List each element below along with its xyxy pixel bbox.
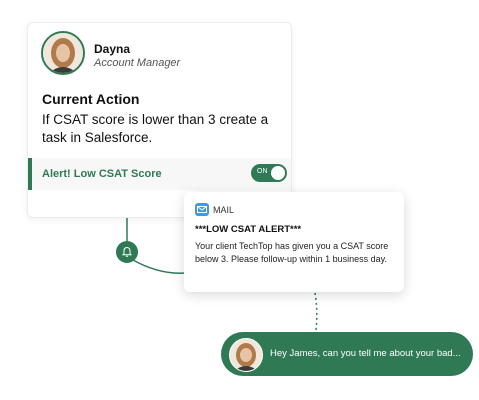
chat-avatar (229, 338, 263, 372)
mail-label: MAIL (213, 205, 235, 215)
toggle-text: ON (257, 168, 268, 175)
mail-body: Your client TechTop has given you a CSAT… (195, 241, 389, 264)
avatar (41, 31, 85, 75)
workflow-card: Dayna Account Manager Current Action If … (27, 22, 292, 218)
profile-role: Account Manager (94, 57, 181, 69)
mail-notification: MAIL ***LOW CSAT ALERT*** Your client Te… (184, 192, 404, 292)
current-action-title: Current Action (42, 91, 140, 107)
mail-icon (195, 203, 209, 216)
bell-icon (116, 241, 138, 263)
chat-message[interactable]: Hey James, can you tell me about your ba… (221, 332, 473, 376)
profile-name: Dayna (94, 42, 131, 56)
alert-label: Alert! Low CSAT Score (42, 168, 162, 180)
alert-row: Alert! Low CSAT Score ON (28, 158, 291, 190)
mail-title: ***LOW CSAT ALERT*** (195, 224, 302, 235)
alert-toggle[interactable]: ON (251, 164, 287, 182)
chat-text: Hey James, can you tell me about your ba… (270, 348, 461, 359)
current-action-description: If CSAT score is lower than 3 create a t… (42, 112, 269, 145)
toggle-knob (271, 166, 285, 180)
